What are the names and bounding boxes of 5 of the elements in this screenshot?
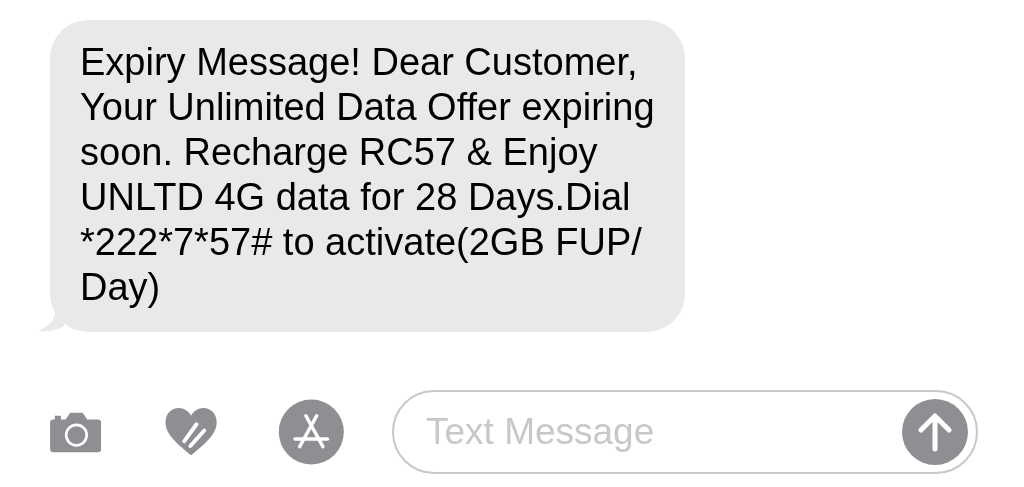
arrow-up-icon [918, 412, 952, 452]
message-field[interactable]: Text Message [392, 390, 978, 474]
send-button[interactable] [902, 399, 968, 465]
message-input[interactable]: Text Message [426, 404, 902, 460]
message-text: Expiry Message! Dear Customer, Your Unlimited Data Offer expiring soon. Recharge RC57 & Enjoy UNLTD 4G data for 28 Days.Dial *222*7*57# to activate(2GB FUP/ Day) [80, 40, 655, 310]
